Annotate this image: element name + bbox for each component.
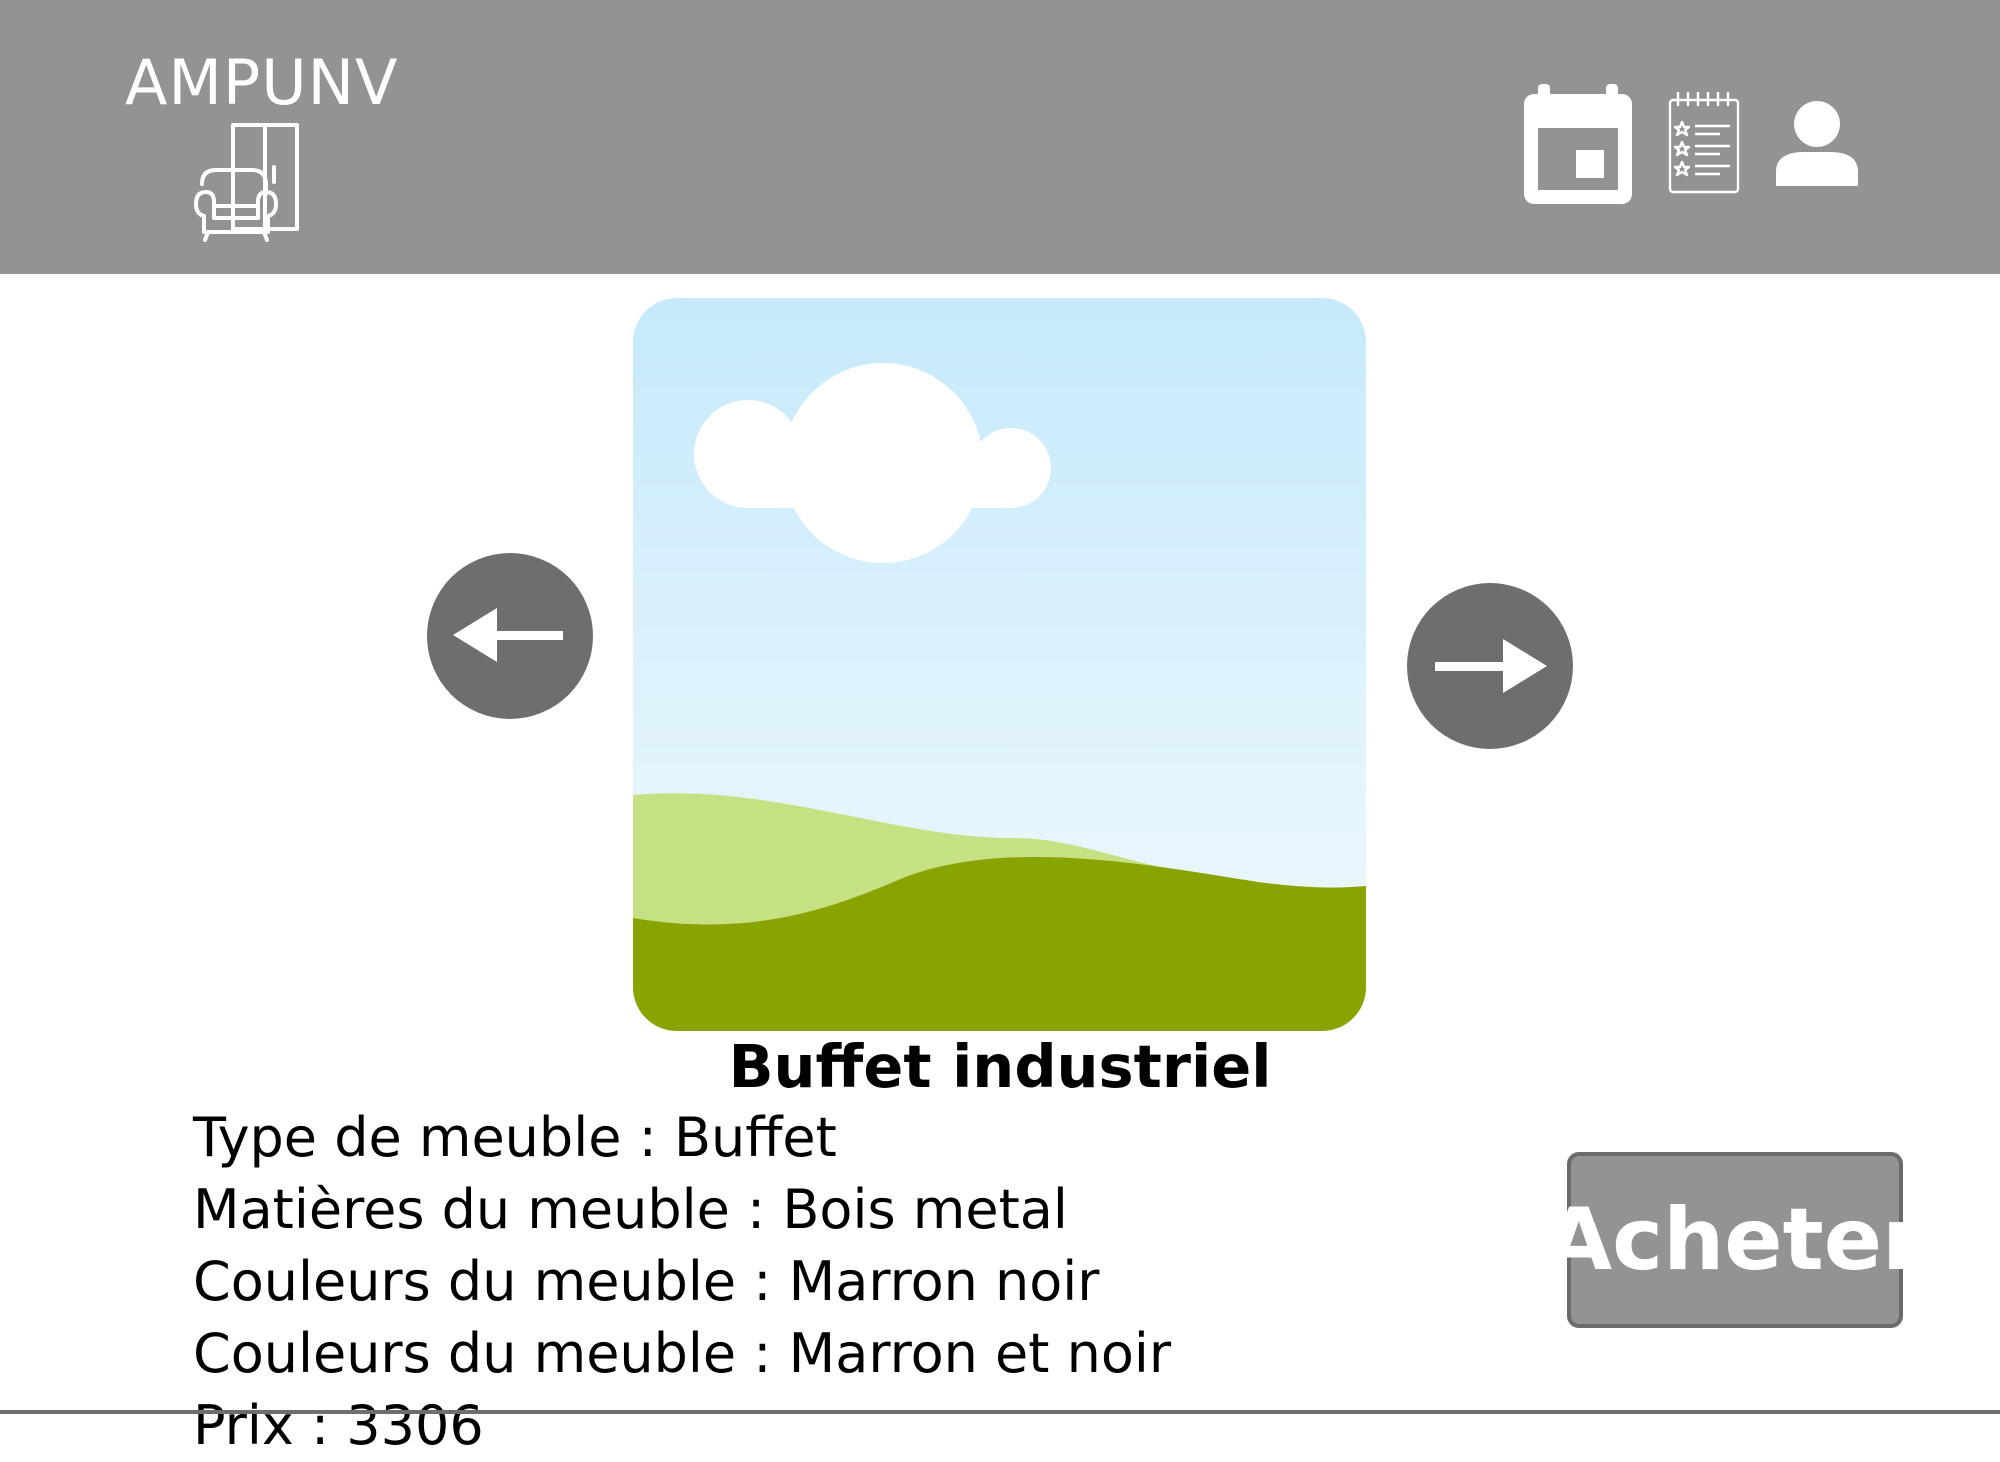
- arrow-left-icon: [453, 608, 563, 662]
- brand-name[interactable]: AMPUNV: [125, 46, 398, 119]
- user-profile-icon[interactable]: [1774, 100, 1860, 186]
- arrow-right-icon: [1435, 639, 1547, 693]
- top-header: AMPUNV: [0, 0, 2000, 274]
- product-title: Buffet industriel: [728, 1032, 1272, 1101]
- landscape-placeholder-image: [633, 298, 1366, 1031]
- spec-materials: Matières du meuble : Bois metal: [193, 1178, 1068, 1241]
- spec-colors: Couleurs du meuble : Marron noir: [193, 1250, 1100, 1313]
- product-image: [633, 298, 1366, 1031]
- spec-colors-alt: Couleurs du meuble : Marron et noir: [193, 1322, 1172, 1385]
- spec-furniture-type: Type de meuble : Buffet: [193, 1106, 837, 1169]
- next-image-button[interactable]: [1407, 583, 1573, 749]
- previous-image-button[interactable]: [427, 553, 593, 719]
- spec-price: Prix : 3306: [193, 1394, 484, 1457]
- calendar-icon[interactable]: [1524, 84, 1632, 204]
- bottom-divider: [0, 1410, 2000, 1414]
- product-specs: Type de meuble : Buffet Matières du meub…: [193, 1102, 1171, 1462]
- furniture-logo-icon[interactable]: [190, 122, 312, 244]
- reviews-notepad-icon[interactable]: [1668, 90, 1740, 194]
- buy-button[interactable]: Acheter: [1546, 1152, 1924, 1328]
